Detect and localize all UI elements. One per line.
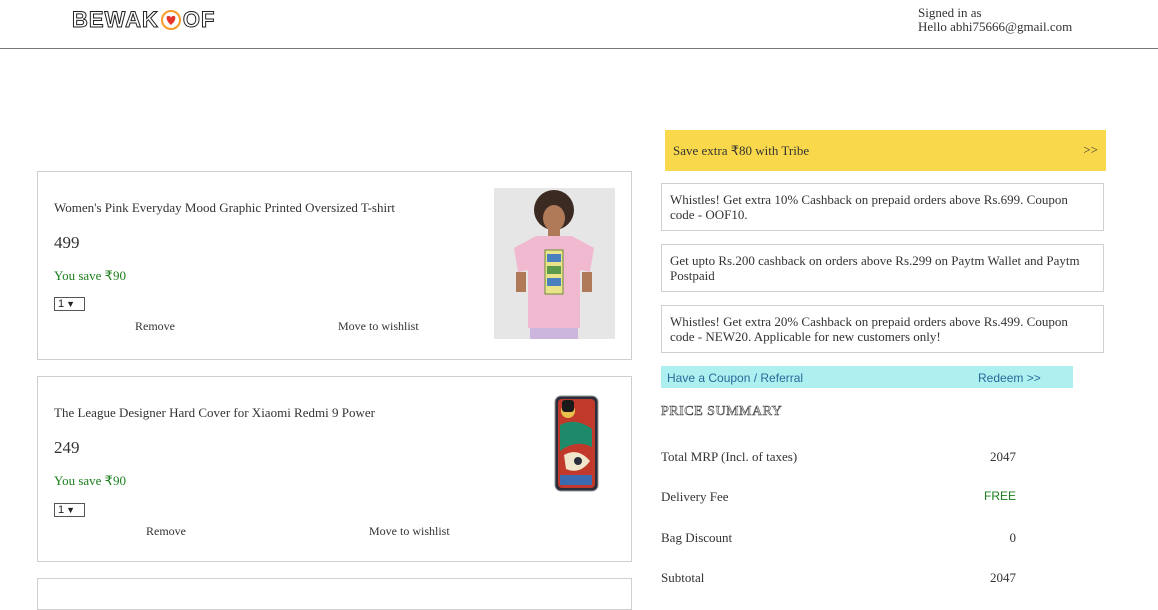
cart-item: The League Designer Hard Cover for Xiaom… [37, 376, 632, 562]
quantity-value: 1 [58, 504, 65, 516]
product-name[interactable]: Women's Pink Everyday Mood Graphic Print… [54, 200, 395, 216]
remove-button[interactable]: Remove [146, 524, 186, 539]
price-summary-title: PRICE SUMMARY [661, 404, 783, 420]
move-to-wishlist-button[interactable]: Move to wishlist [369, 524, 450, 539]
subtotal-label: Subtotal [661, 570, 705, 585]
site-header: BEWAK OF Signed in as Hello abhi75666@gm… [0, 0, 1158, 49]
quantity-select[interactable]: 1 ▼ [54, 503, 85, 517]
product-price: 499 [54, 233, 80, 252]
product-name[interactable]: The League Designer Hard Cover for Xiaom… [54, 405, 375, 421]
chevron-down-icon: ▼ [66, 505, 76, 515]
bag-discount-label: Bag Discount [661, 530, 733, 545]
quantity-value: 1 [58, 298, 65, 310]
redeem-button[interactable]: Redeem >> [978, 371, 1041, 385]
delivery-fee-value: FREE [983, 489, 1016, 503]
move-to-wishlist-button[interactable]: Move to wishlist [338, 319, 419, 334]
coupon-label: Have a Coupon / Referral [667, 371, 804, 385]
offer-card: Whistles! Get extra 20% Cashback on prep… [661, 305, 1104, 353]
signed-in-info: Signed in as Hello abhi75666@gmail.com [918, 6, 1072, 34]
tribe-banner-text: Save extra ₹80 with Tribe [673, 143, 810, 158]
offer-card: Get upto Rs.200 cashback on orders above… [661, 244, 1104, 292]
product-price: 249 [54, 438, 80, 457]
cart-item: Women's Pink Everyday Mood Graphic Print… [37, 171, 632, 360]
total-mrp-label: Total MRP (Incl. of taxes) [661, 449, 798, 464]
quantity-select[interactable]: 1 ▼ [54, 297, 85, 311]
subtotal-value: 2047 [990, 570, 1016, 585]
remove-button[interactable]: Remove [135, 319, 175, 334]
heart-logo-icon [160, 10, 181, 30]
coupon-bar[interactable]: Have a Coupon / Referral Redeem >> [661, 366, 1073, 388]
bag-discount-value: 0 [1009, 530, 1017, 545]
you-save-text: You save ₹90 [54, 473, 126, 488]
tribe-arrow-icon: >> [1083, 142, 1098, 157]
total-mrp-value: 2047 [990, 449, 1016, 464]
product-image-phone-cover[interactable] [554, 395, 599, 492]
bewakoof-logo[interactable]: BEWAK OF [72, 7, 215, 33]
offer-card: Whistles! Get extra 10% Cashback on prep… [661, 183, 1104, 231]
signed-in-user: Hello abhi75666@gmail.com [918, 19, 1073, 34]
tribe-banner[interactable]: Save extra ₹80 with Tribe >> [665, 130, 1106, 171]
you-save-text: You save ₹90 [54, 268, 126, 283]
delivery-fee-label: Delivery Fee [661, 489, 729, 504]
product-image-tshirt[interactable] [494, 188, 615, 339]
chevron-down-icon: ▼ [66, 299, 76, 309]
cart-item [37, 578, 632, 610]
signed-in-label: Signed in as [918, 5, 982, 20]
